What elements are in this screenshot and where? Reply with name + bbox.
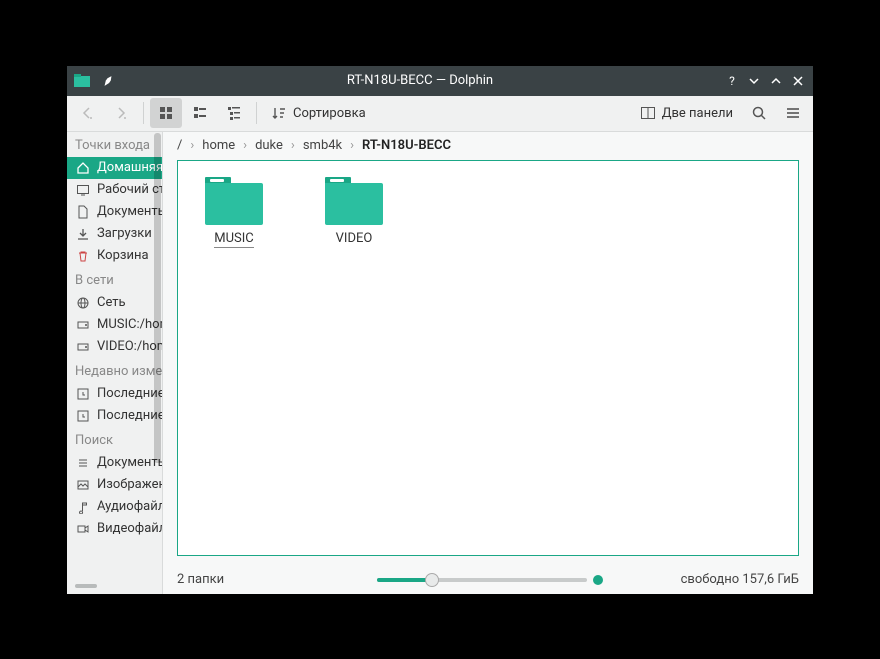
forward-button[interactable]	[105, 98, 137, 128]
chevron-right-icon: ›	[291, 138, 295, 153]
search-button[interactable]	[743, 98, 775, 128]
maximize-button[interactable]	[765, 70, 787, 92]
close-button[interactable]	[787, 70, 809, 92]
sidebar-item-desktop[interactable]: Рабочий стол	[67, 179, 163, 201]
chevron-right-icon: ›	[190, 138, 194, 153]
image-icon	[75, 477, 91, 493]
breadcrumb: / › home › duke › smb4k › RT-N18U-BECC	[163, 132, 813, 160]
split-panels-button[interactable]: Две панели	[632, 98, 741, 128]
desktop-icon	[75, 182, 91, 198]
drive-icon	[75, 317, 91, 333]
slider-fill	[377, 578, 432, 582]
sidebar-item-search-documents[interactable]: Документы	[67, 452, 163, 474]
breadcrumb-part[interactable]: duke	[251, 136, 287, 155]
folder-item[interactable]: VIDEO	[314, 177, 394, 246]
main-area: / › home › duke › smb4k › RT-N18U-BECC M…	[163, 132, 813, 594]
disk-indicator-icon	[593, 575, 603, 585]
statusbar: 2 папки свободно 157,6 ГиБ	[163, 566, 813, 594]
breadcrumb-root[interactable]: /	[173, 136, 186, 155]
globe-icon	[75, 295, 91, 311]
video-icon	[75, 521, 91, 537]
sidebar-section-places: Точки входа	[67, 132, 163, 157]
recent-icon	[75, 408, 91, 424]
dolphin-window: RT-N18U-BECC — Dolphin ?	[67, 66, 813, 594]
titlebar: RT-N18U-BECC — Dolphin ?	[67, 66, 813, 96]
chevron-right-icon: ›	[350, 138, 354, 153]
sidebar-item-label: Сеть	[97, 295, 126, 310]
breadcrumb-current[interactable]: RT-N18U-BECC	[358, 136, 455, 155]
sidebar-item-label: Аудиофайлы	[97, 499, 163, 514]
folder-item[interactable]: MUSIC	[194, 177, 274, 248]
sidebar-item-home[interactable]: Домашняя папка	[67, 157, 163, 179]
item-count: 2 папки	[177, 572, 377, 587]
chevron-right-icon: ›	[243, 138, 247, 153]
folder-label: MUSIC	[214, 231, 254, 248]
sidebar-section-network: В сети	[67, 267, 163, 292]
download-icon	[75, 226, 91, 242]
sidebar-resize-handle[interactable]	[75, 584, 97, 588]
document-icon	[75, 204, 91, 220]
sidebar-item-label: Загрузки	[97, 226, 152, 241]
sidebar-item-search-audio[interactable]: Аудиофайлы	[67, 496, 163, 518]
split-panels-label: Две панели	[662, 106, 733, 121]
sidebar-section-search: Поиск	[67, 427, 163, 452]
sidebar: Точки входа Домашняя папка Рабочий стол …	[67, 132, 163, 594]
breadcrumb-part[interactable]: home	[198, 136, 239, 155]
back-button[interactable]	[71, 98, 103, 128]
sidebar-item-downloads[interactable]: Загрузки	[67, 223, 163, 245]
hamburger-menu-button[interactable]	[777, 98, 809, 128]
breadcrumb-part[interactable]: smb4k	[299, 136, 346, 155]
music-icon	[75, 499, 91, 515]
sidebar-scrollbar[interactable]	[154, 133, 161, 463]
sidebar-item-documents[interactable]: Документы	[67, 201, 163, 223]
sidebar-section-recent: Недавно изменённые	[67, 358, 163, 383]
sidebar-item-trash[interactable]: Корзина	[67, 245, 163, 267]
minimize-button[interactable]	[743, 70, 765, 92]
folder-icon	[325, 177, 383, 225]
sidebar-item-label: Видеофайлы	[97, 521, 163, 536]
sidebar-item-label: Изображения	[97, 477, 163, 492]
help-button[interactable]: ?	[721, 70, 743, 92]
trash-icon	[75, 248, 91, 264]
separator	[256, 102, 257, 124]
sidebar-item-recent2[interactable]: Последние места	[67, 405, 163, 427]
body: Точки входа Домашняя папка Рабочий стол …	[67, 132, 813, 594]
compact-view-button[interactable]	[184, 98, 216, 128]
slider-thumb[interactable]	[425, 573, 439, 587]
sidebar-item-recent1[interactable]: Последние файлы	[67, 383, 163, 405]
sidebar-item-search-video[interactable]: Видеофайлы	[67, 518, 163, 540]
sidebar-item-network[interactable]: Сеть	[67, 292, 163, 314]
toolbar: Сортировка Две панели	[67, 96, 813, 132]
svg-text:?: ?	[729, 74, 735, 88]
folder-label: VIDEO	[336, 231, 373, 246]
sidebar-item-label: Корзина	[97, 248, 149, 263]
zoom-slider[interactable]	[377, 572, 587, 588]
pin-icon[interactable]	[97, 70, 119, 92]
separator	[143, 102, 144, 124]
sidebar-item-mount-video[interactable]: VIDEO:/home	[67, 336, 163, 358]
app-icon	[71, 70, 93, 92]
file-view[interactable]: MUSIC VIDEO	[177, 160, 799, 556]
icons-view-button[interactable]	[150, 98, 182, 128]
sort-label: Сортировка	[293, 106, 366, 121]
list-icon	[75, 455, 91, 471]
home-icon	[75, 160, 91, 176]
drive-icon	[75, 339, 91, 355]
sort-button[interactable]: Сортировка	[263, 98, 374, 128]
window-title: RT-N18U-BECC — Dolphin	[119, 73, 721, 88]
folder-icon	[205, 177, 263, 225]
sidebar-item-search-images[interactable]: Изображения	[67, 474, 163, 496]
free-space: свободно 157,6 ГиБ	[613, 572, 799, 587]
sidebar-item-mount-music[interactable]: MUSIC:/home	[67, 314, 163, 336]
details-view-button[interactable]	[218, 98, 250, 128]
recent-icon	[75, 386, 91, 402]
